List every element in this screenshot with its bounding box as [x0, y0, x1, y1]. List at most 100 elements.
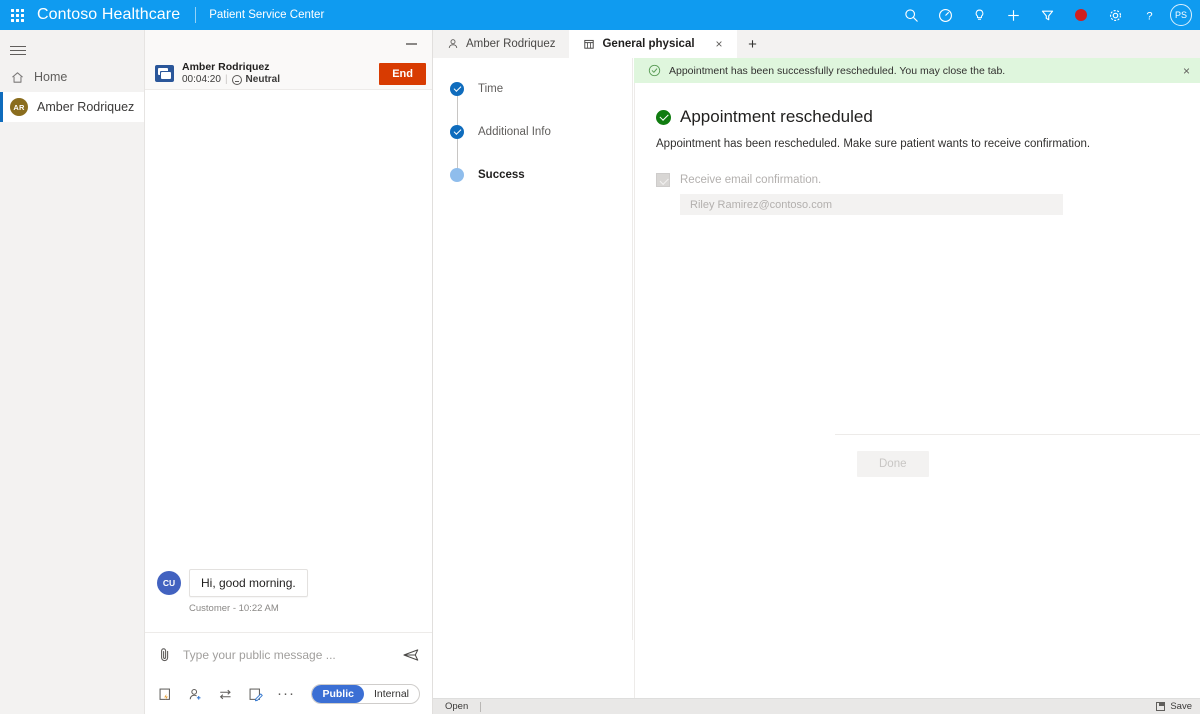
- step-time[interactable]: Time: [433, 78, 632, 100]
- add-agent-icon[interactable]: [187, 686, 203, 702]
- user-avatar[interactable]: PS: [1170, 4, 1192, 26]
- tab-strip: Amber Rodriquez General physical × +: [433, 30, 1200, 58]
- receive-email-confirmation-row: Receive email confirmation.: [656, 173, 1200, 187]
- detail-pane: Appointment has been successfully resche…: [634, 58, 1200, 698]
- step-status-icon: [450, 125, 464, 139]
- step-label: Time: [478, 83, 503, 95]
- chat-composer-toolbar: ··· Public Internal: [145, 677, 432, 711]
- transfer-icon[interactable]: [217, 686, 233, 702]
- help-icon[interactable]: ?: [1132, 0, 1166, 30]
- chat-message: CU Hi, good morning. Customer - 10:22 AM: [157, 569, 308, 614]
- chat-composer-input-row: [145, 633, 432, 677]
- app-root: Contoso Healthcare Patient Service Cente…: [0, 0, 1200, 714]
- chat-icon: [155, 65, 174, 82]
- chat-panel-titlebar: [145, 30, 432, 58]
- app-subtitle: Patient Service Center: [209, 9, 324, 21]
- receive-email-confirmation-checkbox: [656, 173, 670, 187]
- app-launcher-icon[interactable]: [0, 9, 34, 22]
- plus-icon[interactable]: [996, 0, 1030, 30]
- step-status-icon: [450, 168, 464, 182]
- step-label: Success: [478, 169, 525, 181]
- tab-label: Amber Rodriquez: [466, 38, 555, 50]
- panel-heading: Appointment rescheduled: [656, 107, 1200, 127]
- sidebar-item-amber-rodriquez[interactable]: AR Amber Rodriquez: [0, 92, 144, 122]
- step-status-icon: [450, 82, 464, 96]
- hamburger-menu-icon[interactable]: [0, 30, 144, 62]
- chat-customer-name: Amber Rodriquez: [182, 61, 280, 74]
- end-conversation-button[interactable]: End: [379, 63, 426, 85]
- chat-message-text: Hi, good morning.: [189, 569, 308, 597]
- check-circle-icon: [648, 64, 661, 77]
- avatar: CU: [157, 571, 181, 595]
- person-icon: [447, 38, 459, 50]
- app-header: Contoso Healthcare Patient Service Cente…: [0, 0, 1200, 30]
- chat-session-meta: Amber Rodriquez 00:04:20 | Neutral: [182, 61, 280, 87]
- tab-amber-rodriquez[interactable]: Amber Rodriquez: [433, 30, 569, 58]
- step-success[interactable]: Success: [433, 164, 632, 186]
- chat-session-substatus: 00:04:20 | Neutral: [182, 74, 280, 87]
- step-label: Additional Info: [478, 126, 551, 138]
- sidebar-item-label: Amber Rodriquez: [37, 100, 134, 114]
- tab-label: General physical: [602, 38, 694, 50]
- panel-description: Appointment has been rescheduled. Make s…: [656, 138, 1200, 150]
- calendar-icon: [583, 38, 595, 50]
- quick-replies-icon[interactable]: [157, 686, 173, 702]
- sidebar-item-home[interactable]: Home: [0, 62, 144, 92]
- search-icon[interactable]: [894, 0, 928, 30]
- notes-icon[interactable]: [247, 686, 263, 702]
- done-button[interactable]: Done: [857, 451, 929, 477]
- save-button[interactable]: Save: [1156, 701, 1192, 712]
- save-label: Save: [1170, 701, 1192, 712]
- gauge-icon[interactable]: [928, 0, 962, 30]
- chat-panel: Amber Rodriquez 00:04:20 | Neutral End C…: [145, 30, 433, 714]
- filter-icon[interactable]: [1030, 0, 1064, 30]
- chat-message-body: Hi, good morning. Customer - 10:22 AM: [189, 569, 308, 614]
- checkbox-label: Receive email confirmation.: [680, 174, 821, 186]
- message-visibility-toggle[interactable]: Public Internal: [311, 684, 420, 704]
- progress-stepper: Time Additional Info Success: [433, 58, 633, 640]
- status-divider: [480, 702, 481, 712]
- chat-message-list: CU Hi, good morning. Customer - 10:22 AM: [145, 122, 432, 632]
- record-dot-icon[interactable]: [1064, 0, 1098, 30]
- svg-text:?: ?: [1146, 10, 1152, 22]
- gear-icon[interactable]: [1098, 0, 1132, 30]
- banner-message: Appointment has been successfully resche…: [669, 65, 1005, 77]
- chat-session-header: Amber Rodriquez 00:04:20 | Neutral End: [145, 58, 432, 90]
- work-area: Time Additional Info Success Appointment…: [433, 58, 1200, 698]
- status-bar: Open Save: [433, 698, 1200, 714]
- tab-general-physical[interactable]: General physical ×: [569, 30, 736, 58]
- app-header-actions: ? PS: [894, 0, 1200, 30]
- step-additional-info[interactable]: Additional Info: [433, 121, 632, 143]
- panel-footer: Done: [835, 434, 1200, 492]
- success-check-icon: [656, 110, 671, 125]
- sentiment-neutral-icon: [232, 75, 242, 85]
- panel-body: Appointment rescheduled Appointment has …: [634, 83, 1200, 215]
- email-field: Riley Ramirez@contoso.com: [680, 194, 1063, 215]
- chat-message-input[interactable]: [183, 648, 392, 662]
- home-icon: [10, 70, 25, 85]
- success-banner: Appointment has been successfully resche…: [634, 58, 1200, 83]
- chat-timer: 00:04:20: [182, 74, 221, 87]
- chat-composer: ··· Public Internal: [145, 632, 432, 714]
- confirmation-field-group: Receive email confirmation. Riley Ramire…: [656, 173, 1200, 215]
- lightbulb-icon[interactable]: [962, 0, 996, 30]
- close-icon[interactable]: ×: [1183, 64, 1190, 78]
- toggle-option-internal[interactable]: Internal: [364, 685, 419, 703]
- toggle-option-public[interactable]: Public: [312, 685, 364, 703]
- record-status: Open: [445, 701, 468, 712]
- attachment-icon[interactable]: [157, 647, 173, 663]
- brand-title: Contoso Healthcare: [37, 6, 180, 24]
- minimize-icon[interactable]: [400, 35, 422, 53]
- brand-divider: [195, 7, 196, 23]
- left-navigation: Home AR Amber Rodriquez: [0, 30, 145, 714]
- chat-sentiment-label: Neutral: [246, 74, 280, 87]
- separator: |: [225, 74, 228, 87]
- new-tab-button[interactable]: +: [737, 30, 769, 58]
- send-icon[interactable]: [402, 648, 420, 662]
- more-options-icon[interactable]: ···: [277, 690, 295, 698]
- close-icon[interactable]: ×: [716, 38, 723, 50]
- floppy-icon: [1156, 702, 1165, 711]
- sidebar-item-label: Home: [34, 70, 67, 84]
- avatar: AR: [10, 98, 28, 116]
- chat-message-meta: Customer - 10:22 AM: [189, 603, 308, 614]
